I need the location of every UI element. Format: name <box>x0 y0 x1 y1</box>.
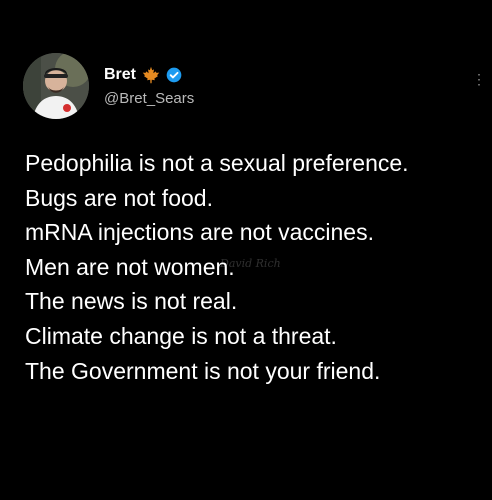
tweet-line: Climate change is not a threat. <box>25 322 337 349</box>
tweet-line: Men are not women. <box>25 253 235 280</box>
tweet-text: Pedophilia is not a sexual preference. B… <box>25 146 485 388</box>
profile-photo-icon <box>23 53 89 119</box>
author-name[interactable]: Bret <box>104 65 136 85</box>
tweet-line: The Government is not your friend. <box>25 357 381 384</box>
tweet-line: Bugs are not food. <box>25 184 213 211</box>
tweet-line: mRNA injections are not vaccines. <box>25 219 374 246</box>
avatar[interactable] <box>23 53 89 119</box>
author-name-row: Bret <box>104 64 364 86</box>
tweet-line: The news is not real. <box>25 288 238 315</box>
tweet-header: Bret @Bret_Sears <box>104 64 364 114</box>
tweet-card: Bret @Bret_Sears ⋮ Pedophilia is not a s… <box>0 0 492 500</box>
author-handle[interactable]: @Bret_Sears <box>104 90 364 108</box>
more-options-icon[interactable]: ⋮ <box>470 70 488 88</box>
maple-leaf-icon <box>142 66 160 84</box>
tweet-line: Pedophilia is not a sexual preference. <box>25 150 409 176</box>
tweet-screenshot: Bret @Bret_Sears ⋮ Pedophilia is not a s… <box>0 0 492 500</box>
verified-badge-icon <box>166 67 182 83</box>
